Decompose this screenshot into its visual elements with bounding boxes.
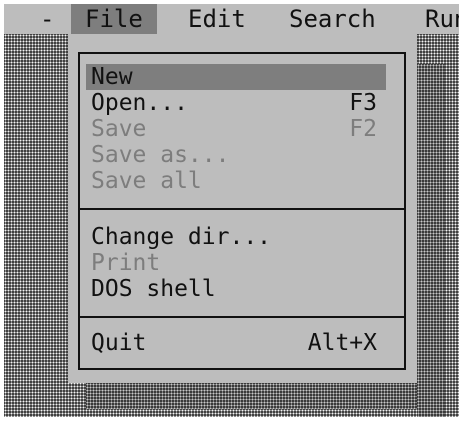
menu-item-label: Open... bbox=[91, 90, 188, 116]
menu-item-label: Quit bbox=[91, 330, 147, 356]
menu-item-label: Save all bbox=[91, 168, 202, 194]
menu-item-label: DOS shell bbox=[91, 276, 216, 302]
menu-item-label: Print bbox=[91, 250, 161, 276]
menu-search[interactable]: Search bbox=[289, 4, 376, 34]
menu-item-label: Change dir... bbox=[91, 224, 272, 250]
menu-item-new[interactable]: New bbox=[86, 64, 386, 90]
menu-item-save: Save F2 bbox=[91, 116, 377, 142]
menu-item-label: New bbox=[91, 64, 133, 90]
menu-edit[interactable]: Edit bbox=[188, 4, 246, 34]
file-menu-dropdown: New Open... F3 Save F2 Save as... Save a… bbox=[68, 34, 417, 383]
desktop-background: - File Edit Search Run New Open... F3 Sa… bbox=[4, 4, 459, 417]
menu-file[interactable]: File bbox=[71, 4, 157, 34]
menu-separator bbox=[78, 208, 406, 210]
menu-run[interactable]: Run bbox=[425, 4, 459, 34]
menu-separator bbox=[78, 316, 406, 318]
menu-item-open[interactable]: Open... F3 bbox=[91, 90, 377, 116]
menu-item-shortcut: F2 bbox=[349, 116, 377, 142]
menu-item-print: Print bbox=[91, 250, 377, 276]
menu-bar: - File Edit Search Run bbox=[4, 4, 459, 34]
system-menu[interactable]: - bbox=[40, 4, 54, 34]
menu-item-shortcut: F3 bbox=[349, 90, 377, 116]
menu-item-save-as: Save as... bbox=[91, 142, 377, 168]
menu-item-dos-shell[interactable]: DOS shell bbox=[91, 276, 377, 302]
menu-item-label: Save bbox=[91, 116, 147, 142]
menu-item-quit[interactable]: Quit Alt+X bbox=[91, 330, 377, 356]
menu-item-change-dir[interactable]: Change dir... bbox=[91, 224, 377, 250]
menu-shadow-right bbox=[417, 64, 445, 417]
menu-item-save-all: Save all bbox=[91, 168, 377, 194]
menu-item-label: Save as... bbox=[91, 142, 230, 168]
menu-item-shortcut: Alt+X bbox=[307, 330, 377, 356]
